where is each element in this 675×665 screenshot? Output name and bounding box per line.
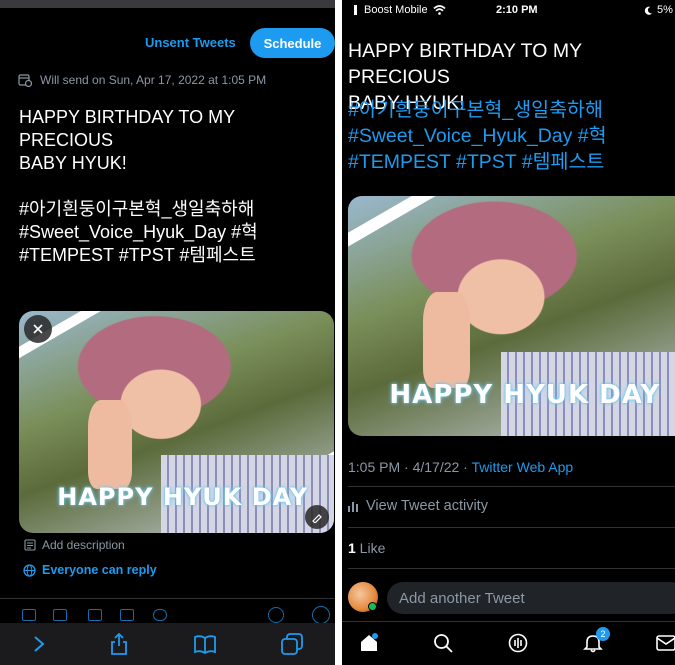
online-dot — [368, 602, 377, 611]
browser-top-strip — [0, 0, 335, 8]
carrier-name: Boost Mobile — [364, 4, 428, 16]
gif-icon[interactable] — [53, 609, 67, 621]
battery-percent: 5% — [657, 4, 673, 16]
reply-setting-button[interactable]: Everyone can reply — [23, 563, 157, 577]
search-icon — [434, 634, 453, 653]
tweet-line: BABY HYUK! — [19, 153, 127, 173]
carrier: Boost Mobile — [354, 4, 446, 16]
battery-status: 5% — [644, 4, 673, 16]
tabs-icon[interactable] — [280, 633, 303, 655]
spaces-tab[interactable] — [507, 632, 529, 654]
clock: 2:10 PM — [496, 4, 538, 16]
send-notice: Will send on Sun, Apr 17, 2022 at 1:05 P… — [18, 73, 266, 87]
view-tweet-activity-label: View Tweet activity — [366, 498, 488, 514]
notifications-badge: 2 — [596, 627, 610, 641]
tweet-timestamp: 1:05 PM · 4/17/22 · — [348, 459, 472, 475]
remove-media-button[interactable] — [24, 315, 52, 343]
wifi-icon — [433, 5, 446, 15]
character-count-ring — [268, 607, 284, 623]
tweet-line: HAPPY BIRTHDAY TO MY PRECIOUS — [19, 107, 235, 150]
tweet-text-editor[interactable]: HAPPY BIRTHDAY TO MY PRECIOUS BABY HYUK!… — [19, 106, 331, 267]
likes-count[interactable]: 1 Like — [348, 540, 385, 556]
bottom-tab-bar: 2 — [342, 621, 675, 665]
divider-line — [348, 486, 675, 487]
signal-icon — [354, 5, 357, 15]
reply-composer-row: Add another Tweet — [342, 575, 675, 621]
search-tab[interactable] — [432, 632, 454, 654]
hashtag-link[interactable]: #TEMPEST #TPST #템페스트 — [348, 149, 675, 175]
messages-tab[interactable] — [655, 632, 675, 654]
compose-toolbar — [0, 598, 335, 624]
spaces-icon — [508, 633, 528, 653]
bar-chart-icon — [348, 502, 358, 512]
hashtag-link[interactable]: #Sweet_Voice_Hyuk_Day #혁 — [348, 123, 675, 149]
panel-divider — [335, 0, 342, 665]
add-description-button[interactable]: Add description — [24, 538, 125, 552]
schedule-button[interactable]: Schedule — [250, 28, 335, 58]
bookmarks-icon[interactable] — [193, 634, 217, 654]
description-icon — [24, 539, 36, 551]
calendar-clock-icon — [18, 74, 32, 87]
add-thread-icon[interactable] — [312, 606, 330, 624]
likes-label: Like — [355, 540, 386, 556]
close-icon — [33, 324, 43, 334]
poll-icon[interactable] — [88, 609, 102, 621]
edit-media-button[interactable] — [305, 505, 329, 529]
unsent-tweets-link[interactable]: Unsent Tweets — [145, 35, 236, 50]
left-panel-compose: Unsent Tweets Schedule Will send on Sun,… — [0, 0, 335, 665]
divider-line — [348, 527, 675, 528]
status-bar: Boost Mobile 2:10 PM 5% — [342, 0, 675, 20]
hashtag-link[interactable]: #아기흰둥이구본혁_생일축하해 — [348, 97, 675, 123]
globe-icon — [23, 563, 36, 577]
tweet-media-image[interactable]: HAPPY HYUK DAY — [348, 196, 675, 436]
tweet-hashtags: #아기흰둥이구본혁_생일축하해 #Sweet_Voice_Hyuk_Day #혁… — [348, 97, 675, 175]
location-icon[interactable] — [153, 609, 167, 621]
moon-icon — [644, 6, 653, 15]
media-banner-text: HAPPY HYUK DAY — [389, 380, 661, 410]
add-another-tweet-input[interactable]: Add another Tweet — [387, 582, 675, 614]
media-banner-text: HAPPY HYUK DAY — [57, 483, 309, 511]
likes-number: 1 — [348, 540, 356, 556]
schedule-icon[interactable] — [120, 609, 134, 621]
screenshot-collage: Unsent Tweets Schedule Will send on Sun,… — [0, 0, 675, 665]
tweet-meta: 1:05 PM · 4/17/22 · Twitter Web App — [348, 459, 573, 475]
source-app-link[interactable]: Twitter Web App — [471, 459, 573, 475]
forward-arrow-icon[interactable] — [32, 635, 46, 653]
avatar — [348, 582, 378, 612]
add-description-label: Add description — [42, 538, 125, 552]
send-notice-text: Will send on Sun, Apr 17, 2022 at 1:05 P… — [40, 73, 267, 87]
reply-setting-label: Everyone can reply — [42, 563, 157, 577]
browser-toolbar — [0, 623, 335, 665]
tweet-hashtag-line: #Sweet_Voice_Hyuk_Day #혁 — [19, 222, 258, 242]
attached-media-image: HAPPY HYUK DAY — [19, 311, 334, 533]
view-tweet-activity-button[interactable]: View Tweet activity — [348, 498, 488, 514]
home-icon — [361, 633, 378, 651]
divider-line — [348, 568, 675, 569]
brush-icon — [312, 514, 322, 523]
tweet-hashtag-line: #TEMPEST #TPST #템페스트 — [19, 245, 256, 265]
image-icon[interactable] — [22, 609, 36, 621]
tweet-line: HAPPY BIRTHDAY TO MY PRECIOUS — [348, 40, 582, 88]
home-tab[interactable] — [358, 632, 380, 654]
tweet-hashtag-line: #아기흰둥이구본혁_생일축하해 — [19, 199, 255, 219]
right-panel-tweet-detail: Boost Mobile 2:10 PM 5% HAPPY BIRTHDAY T… — [342, 0, 675, 665]
mail-icon — [656, 635, 675, 651]
notifications-tab[interactable]: 2 — [582, 627, 610, 654]
share-icon[interactable] — [110, 633, 128, 655]
